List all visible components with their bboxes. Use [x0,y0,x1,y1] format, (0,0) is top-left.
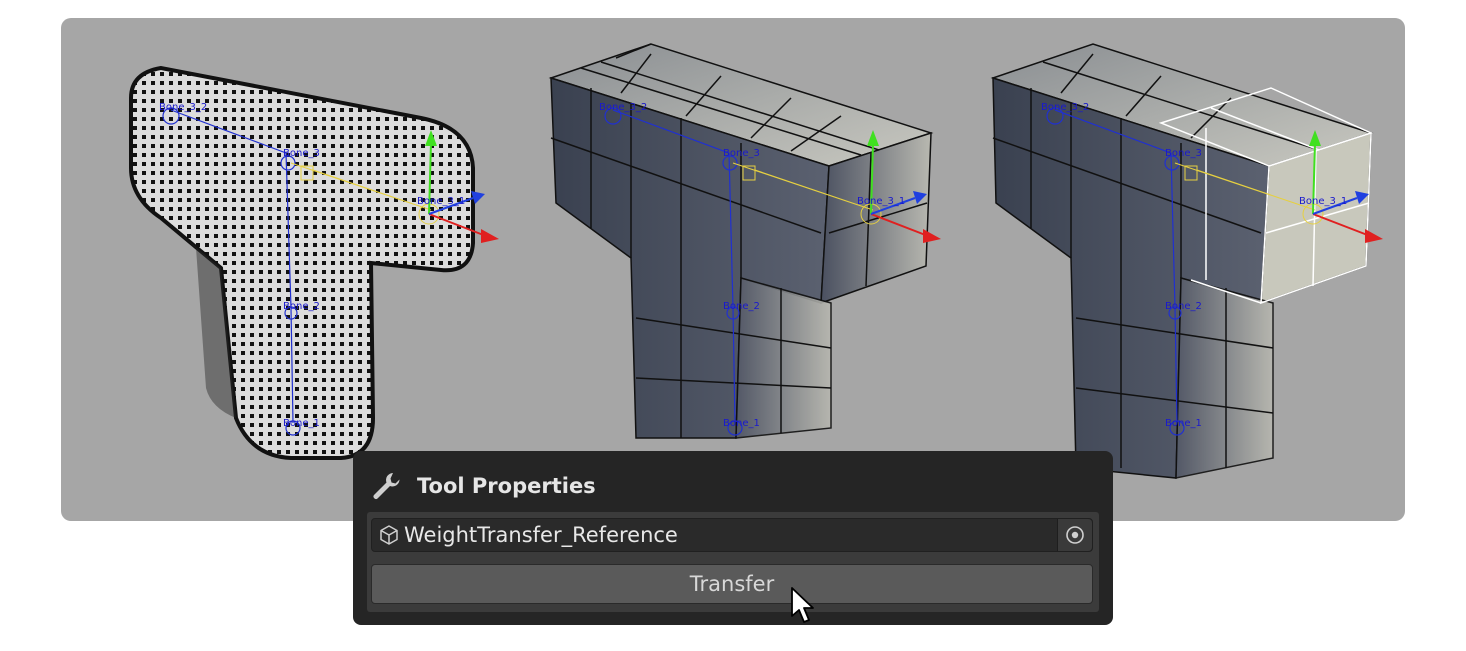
reference-object-field[interactable]: WeightTransfer_Reference [371,518,1093,552]
object-picker-icon [1066,526,1084,544]
bone-label: Bone_2 [723,301,760,312]
scene-viewport[interactable]: Bone_3_2 Bone_3 Bone_3_1 Bone_2 Bone_1 B… [61,18,1405,521]
tool-properties-panel: Tool Properties WeightTransfer_Reference… [353,451,1113,625]
mouse-cursor-icon [791,587,814,623]
bone-label: Bone_3_1 [1299,196,1347,207]
bone-label: Bone_2 [283,301,320,312]
bone-label: Bone_3_2 [599,102,647,113]
bone-label: Bone_3 [1165,148,1202,159]
bone-label: Bone_1 [723,418,760,429]
panel-header: Tool Properties [371,469,596,503]
transfer-button[interactable]: Transfer [371,564,1093,604]
wrench-icon [373,473,400,499]
bone-label: Bone_3 [283,148,320,159]
bone-label: Bone_3_2 [159,102,207,113]
panel-title: Tool Properties [417,474,596,498]
scene-render: Bone_3_2 Bone_3 Bone_3_1 Bone_2 Bone_1 B… [129,43,1383,479]
bone-label: Bone_3 [723,148,760,159]
bone-label: Bone_3_2 [1041,102,1089,113]
dense-mesh-model [129,65,475,460]
panel-body: WeightTransfer_Reference Transfer [367,512,1099,612]
bone-label: Bone_1 [1165,418,1202,429]
bone-label: Bone_3_1 [417,196,465,207]
bone-label: Bone_3_1 [857,196,905,207]
cube-icon [380,525,398,545]
bone-label: Bone_1 [283,418,320,429]
reference-object-value: WeightTransfer_Reference [404,523,678,547]
bone-label: Bone_2 [1165,301,1202,312]
object-picker-button[interactable] [1057,519,1092,551]
